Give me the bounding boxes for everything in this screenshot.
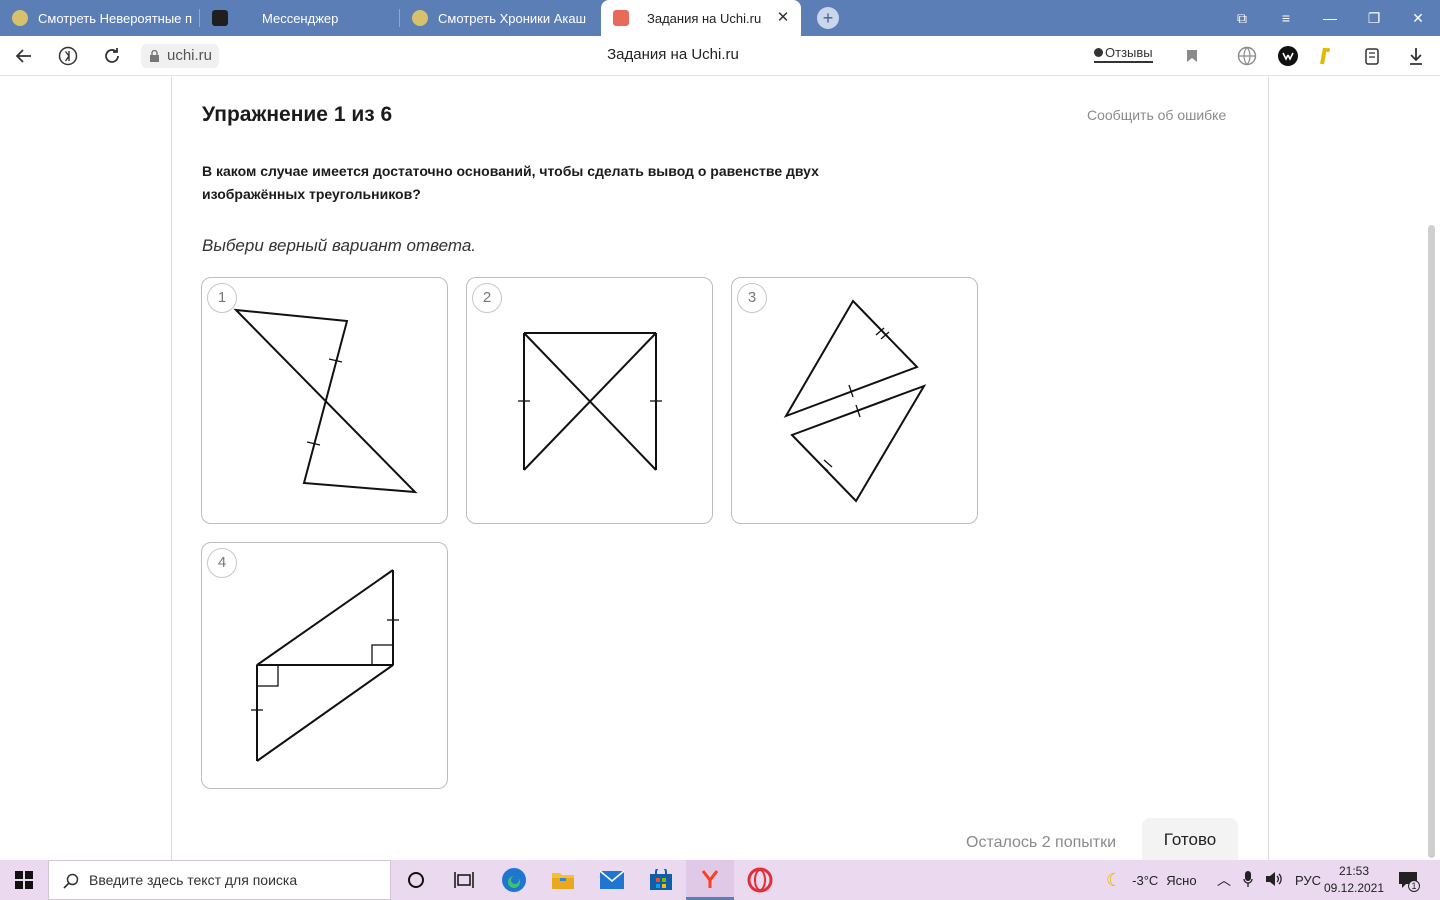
instruction-text: Выбери верный вариант ответа. [202, 236, 477, 255]
notification-badge: 1 [1408, 880, 1420, 892]
menu-icon[interactable]: ≡ [1264, 0, 1308, 36]
option-4-figure [251, 569, 399, 762]
minimize-icon[interactable]: — [1308, 0, 1352, 36]
weather-condition: Ясно [1166, 872, 1197, 888]
bookmark-icon[interactable] [1181, 45, 1203, 67]
answer-option-2[interactable]: 2 [466, 277, 713, 524]
tab-1[interactable]: Смотреть Невероятные п [0, 0, 200, 36]
answer-option-4[interactable]: 4 [201, 542, 448, 789]
cortana-icon[interactable] [392, 860, 440, 900]
opera-icon[interactable] [736, 860, 784, 900]
vk-icon[interactable] [1277, 45, 1299, 67]
option-number: 3 [737, 283, 767, 313]
new-tab-button[interactable]: + [817, 7, 839, 29]
tab-label: Мессенджер [262, 10, 339, 26]
start-button[interactable] [0, 860, 48, 900]
windows-logo-icon [15, 871, 33, 889]
answer-option-3[interactable]: 3 [731, 277, 978, 524]
option-number: 1 [207, 283, 237, 313]
reviews-button[interactable]: Отзывы [1094, 45, 1153, 63]
tab-uchi-active[interactable]: Задания на Uchi.ru ✕ [601, 0, 801, 36]
edge-browser-icon[interactable] [490, 860, 538, 900]
question-text: В каком случае имеется достаточно основа… [202, 163, 819, 202]
option-1-figure [233, 308, 418, 494]
microphone-icon[interactable] [1243, 870, 1253, 890]
messenger-icon [212, 10, 228, 26]
browser-tab-strip: Смотреть Невероятные п Мессенджер Смотре… [0, 0, 1440, 36]
mail-icon[interactable] [588, 860, 636, 900]
cartoon-favicon-icon [12, 10, 28, 26]
system-clock[interactable]: 21:53 09.12.2021 [1322, 863, 1386, 897]
volume-icon[interactable] [1265, 871, 1283, 890]
tab-2[interactable]: Мессенджер [200, 0, 400, 36]
tab-label: Смотреть Хроники Акаш [438, 10, 587, 26]
file-explorer-icon[interactable] [539, 860, 587, 900]
weather-temperature: -3°C [1132, 872, 1159, 888]
clock-date: 09.12.2021 [1323, 881, 1385, 895]
exercise-title: Упражнение 1 из 6 [202, 103, 393, 126]
option-3-figure [783, 299, 927, 503]
option-2-figure [518, 332, 662, 471]
downloads-icon[interactable] [1405, 45, 1427, 67]
language-indicator[interactable]: РУС [1295, 873, 1321, 888]
globe-icon[interactable] [1236, 45, 1258, 67]
close-window-icon[interactable]: ✕ [1396, 0, 1440, 36]
address-bar: uchi.ru Задания на Uchi.ru Отзывы [0, 36, 1440, 76]
tab-label: Задания на Uchi.ru [647, 10, 762, 26]
option-number: 2 [472, 283, 502, 313]
report-error-link[interactable]: Сообщить об ошибке [1087, 107, 1226, 123]
cartoon-favicon-icon [412, 10, 428, 26]
chevron-up-icon[interactable]: ︿ [1217, 870, 1231, 890]
taskbar-search-box[interactable]: Введите здесь текст для поиска [48, 860, 391, 900]
store-icon[interactable] [637, 860, 685, 900]
attempts-remaining: Осталось 2 попытки [966, 834, 1117, 851]
collections-icon[interactable]: ⧉ [1220, 0, 1264, 36]
yandex-browser-icon[interactable] [686, 860, 734, 900]
system-tray: ︿ РУС [1217, 860, 1321, 900]
tab-label: Смотреть Невероятные п [38, 10, 193, 26]
notes-icon[interactable] [1361, 45, 1383, 67]
option-number: 4 [207, 548, 237, 578]
windows-taskbar: Введите здесь текст для поиска ☾ -3°C Яс… [0, 860, 1440, 900]
restore-icon[interactable]: ❐ [1352, 0, 1396, 36]
reviews-label: Отзывы [1105, 45, 1153, 60]
tab-3[interactable]: Смотреть Хроники Акаш [400, 0, 600, 36]
moon-icon: ☾ [1106, 869, 1123, 890]
done-button[interactable]: Готово [1142, 818, 1238, 860]
extension-yellow-icon[interactable] [1314, 45, 1336, 67]
uchi-favicon-icon [613, 10, 629, 26]
close-tab-icon[interactable]: ✕ [775, 10, 791, 26]
page-content: Упражнение 1 из 6 Сообщить об ошибке В к… [0, 77, 1440, 860]
notifications-icon[interactable]: 1 [1398, 860, 1420, 900]
task-view-icon[interactable] [440, 860, 488, 900]
page-scrollbar[interactable] [1428, 225, 1435, 858]
search-icon [63, 873, 79, 889]
window-controls: ⧉ ≡ — ❐ ✕ [1220, 0, 1440, 36]
weather-widget[interactable]: ☾ -3°C Ясно [1106, 860, 1197, 900]
clock-time: 21:53 [1338, 864, 1370, 878]
search-placeholder: Введите здесь текст для поиска [89, 872, 298, 888]
speech-bubble-icon [1094, 48, 1103, 57]
answer-option-1[interactable]: 1 [201, 277, 448, 524]
